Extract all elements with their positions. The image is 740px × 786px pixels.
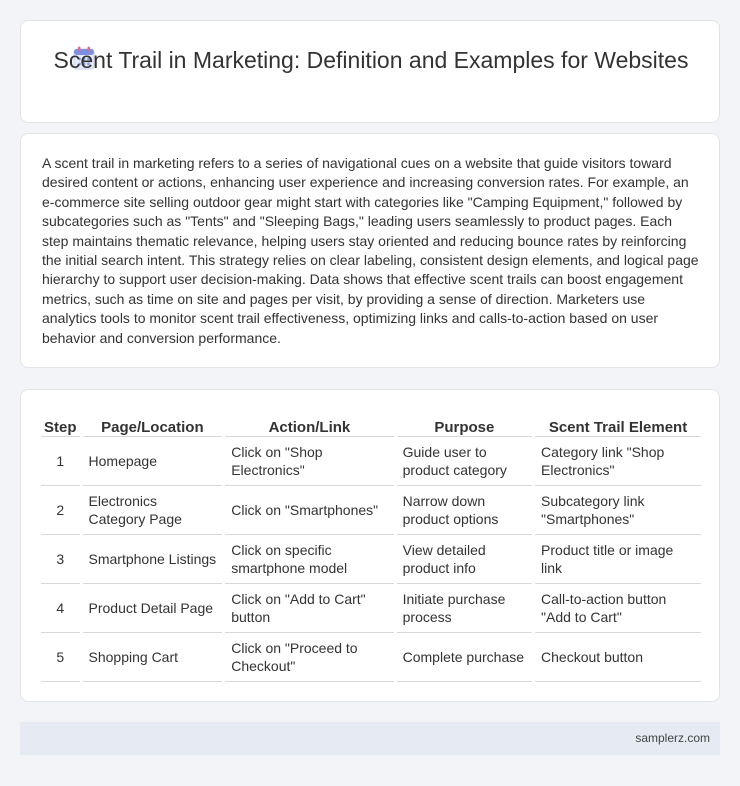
column-header-purpose: Purpose [393, 410, 534, 437]
cell-page: Shopping Cart [79, 632, 224, 682]
cell-purpose: Narrow down product options [393, 485, 534, 535]
footer-site-link[interactable]: samplerz.com [635, 731, 710, 745]
scent-trail-table: Step Page/Location Action/Link Purpose S… [41, 410, 701, 682]
table-row: 1 Homepage Click on "Shop Electronics" G… [41, 436, 701, 486]
table-row: 5 Shopping Cart Click on "Proceed to Che… [41, 632, 701, 682]
header-card: Scent Trail in Marketing: Definition and… [20, 20, 720, 123]
cell-step: 1 [41, 436, 82, 486]
cell-purpose: Initiate purchase process [393, 583, 534, 633]
cell-element: Checkout button [532, 632, 701, 682]
cell-action: Click on "Add to Cart" button [222, 583, 396, 633]
cell-step: 3 [41, 534, 82, 584]
cell-page: Electronics Category Page [79, 485, 224, 535]
table-row: 2 Electronics Category Page Click on "Sm… [41, 485, 701, 535]
column-header-step: Step [41, 410, 82, 437]
cell-step: 4 [41, 583, 82, 633]
cell-purpose: Complete purchase [393, 632, 534, 682]
cell-action: Click on "Proceed to Checkout" [222, 632, 396, 682]
table-row: 3 Smartphone Listings Click on specific … [41, 534, 701, 584]
table-row: 4 Product Detail Page Click on "Add to C… [41, 583, 701, 633]
cell-element: Product title or image link [532, 534, 701, 584]
cell-page: Homepage [79, 436, 224, 486]
column-header-action: Action/Link [222, 410, 396, 437]
cell-purpose: View detailed product info [393, 534, 534, 584]
cell-element: Category link "Shop Electronics" [532, 436, 701, 486]
cell-purpose: Guide user to product category [393, 436, 534, 486]
cell-action: Click on "Shop Electronics" [222, 436, 396, 486]
cell-step: 2 [41, 485, 82, 535]
cell-page: Product Detail Page [79, 583, 224, 633]
cell-step: 5 [41, 632, 82, 682]
page-title: Scent Trail in Marketing: Definition and… [53, 47, 689, 73]
table-header-row: Step Page/Location Action/Link Purpose S… [41, 410, 701, 437]
intro-card: A scent trail in marketing refers to a s… [20, 133, 720, 368]
cell-element: Subcategory link "Smartphones" [532, 485, 701, 535]
cell-page: Smartphone Listings [79, 534, 224, 584]
cell-action: Click on "Smartphones" [222, 485, 396, 535]
table-card: Step Page/Location Action/Link Purpose S… [20, 389, 720, 702]
footer-bar: samplerz.com [20, 722, 720, 755]
intro-paragraph: A scent trail in marketing refers to a s… [42, 155, 699, 346]
cell-element: Call-to-action button "Add to Cart" [532, 583, 701, 633]
column-header-element: Scent Trail Element [532, 410, 701, 437]
cell-action: Click on specific smartphone model [222, 534, 396, 584]
column-header-page: Page/Location [79, 410, 224, 437]
